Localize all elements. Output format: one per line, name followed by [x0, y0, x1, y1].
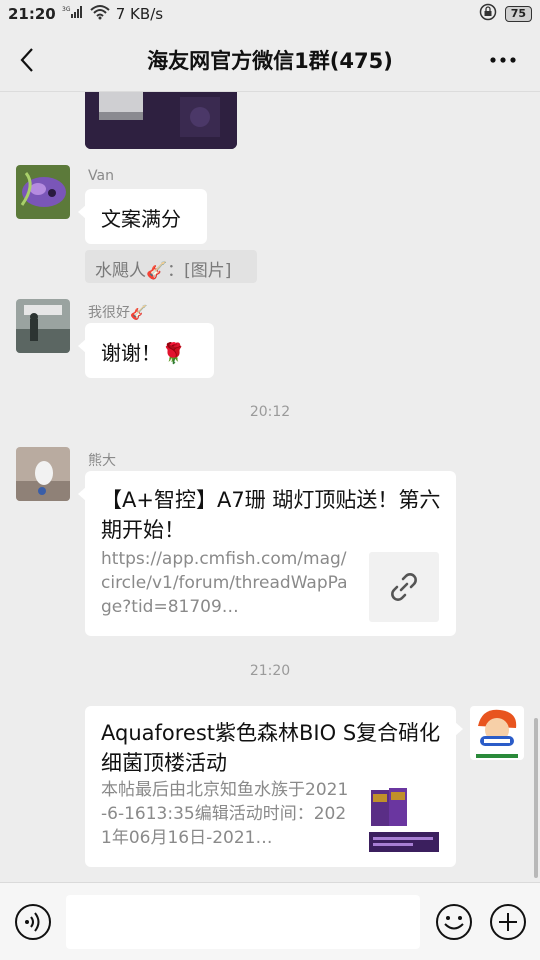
- photo-thumbnail: [85, 92, 237, 149]
- plus-icon[interactable]: [489, 903, 527, 941]
- timestamp: 21:20: [249, 663, 291, 679]
- text-bubble[interactable]: 谢谢！🌹: [78, 323, 214, 378]
- svg-text:3G: 3G: [62, 6, 71, 13]
- lock-icon: [479, 3, 497, 25]
- voice-icon[interactable]: [14, 903, 52, 941]
- sender-name: Van: [88, 168, 114, 184]
- battery-icon: 75: [504, 6, 532, 22]
- network-speed: 7 KB/s: [115, 5, 164, 23]
- avatar[interactable]: [16, 299, 70, 353]
- page-title: 海友网官方微信1群(475): [147, 48, 393, 73]
- link-title: Aquaforest紫色森林BIO S复合硝化细菌顶楼活动: [101, 721, 441, 775]
- wifi-icon: [90, 4, 110, 24]
- sender-name: 我很好🎸: [88, 305, 148, 321]
- image-message[interactable]: [85, 92, 237, 149]
- link-card[interactable]: 【A+智控】A7珊 瑚灯顶贴送！第六期开始！ https://app.cmfis…: [78, 471, 456, 636]
- avatar[interactable]: [16, 447, 70, 501]
- link-description: 本帖最后由北京知鱼水族于2021-6-1613:35编辑活动时间：2021年06…: [101, 780, 349, 848]
- more-dots-icon[interactable]: [488, 46, 518, 74]
- link-description: https://app.cmfish.com/mag/circle/v1/for…: [101, 549, 348, 617]
- product-thumbnail: [369, 782, 439, 854]
- sender-name: 熊大: [88, 453, 116, 469]
- avatar[interactable]: [16, 165, 70, 219]
- quoted-message[interactable]: 水飓人🎸：[图片]: [85, 250, 257, 283]
- message-text: 文案满分: [101, 207, 181, 231]
- input-bar: [0, 882, 540, 960]
- link-title: 【A+智控】A7珊 瑚灯顶贴送！第六期开始！: [101, 488, 441, 542]
- quote-text: 水飓人🎸：[图片]: [95, 261, 232, 281]
- scrollbar[interactable]: [534, 718, 538, 878]
- chat-header: 海友网官方微信1群(475): [0, 28, 540, 92]
- avatar[interactable]: [470, 706, 524, 760]
- chat-message-list[interactable]: Van 文案满分 水飓人🎸：[图片] 我很好🎸 谢谢！🌹 20:12 熊大 【A…: [0, 92, 540, 882]
- signal-icon: 3G: [62, 5, 84, 23]
- timestamp: 20:12: [249, 404, 291, 420]
- status-time: 21:20: [8, 5, 56, 23]
- status-bar: 21:20 3G 7 KB/s 75: [0, 0, 540, 28]
- message-text: 谢谢！🌹: [101, 341, 186, 365]
- link-card[interactable]: Aquaforest紫色森林BIO S复合硝化细菌顶楼活动 本帖最后由北京知鱼水…: [85, 706, 463, 867]
- text-bubble[interactable]: 文案满分: [78, 189, 207, 244]
- message-input[interactable]: [66, 895, 420, 949]
- emoji-icon[interactable]: [435, 903, 473, 941]
- link-icon: [369, 552, 439, 622]
